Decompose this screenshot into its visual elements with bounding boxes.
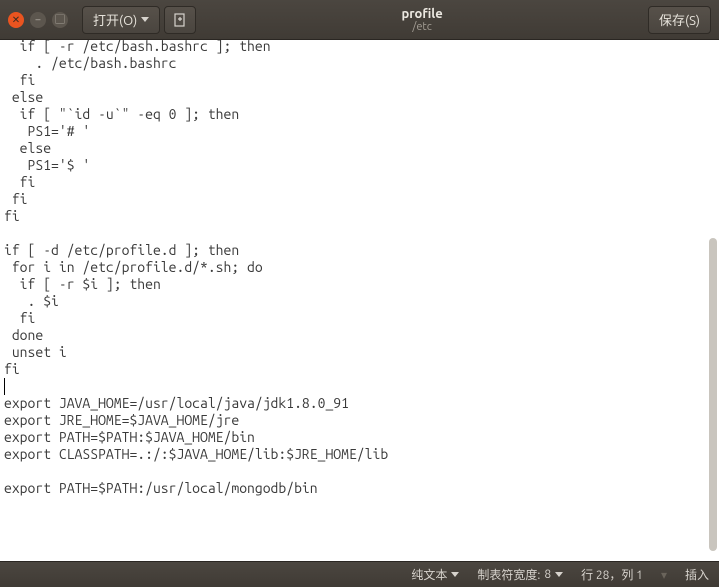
cursor-position: 行 28，列 1 (581, 566, 643, 583)
mode-label: 插入 (685, 566, 709, 583)
window-controls: ✕ – ▢ (8, 12, 68, 28)
chevron-down-icon (555, 572, 563, 577)
scrollbar[interactable] (707, 40, 717, 561)
new-tab-icon (173, 13, 187, 27)
titlebar: ✕ – ▢ 打开(O) profile /etc 保存(S) (0, 0, 719, 40)
new-tab-button[interactable] (164, 6, 196, 34)
chevron-down-icon (451, 572, 459, 577)
close-icon[interactable]: ✕ (8, 12, 24, 28)
editor-area[interactable]: if [ -r /etc/bash.bashrc ]; then . /etc/… (0, 40, 719, 561)
minimize-icon[interactable]: – (30, 12, 46, 28)
window-title: profile (402, 7, 443, 21)
save-button[interactable]: 保存(S) (648, 6, 711, 34)
title-center: profile /etc (196, 7, 648, 33)
tab-width-value: 8 (544, 568, 551, 581)
editor-content[interactable]: if [ -r /etc/bash.bashrc ]; then . /etc/… (0, 40, 719, 497)
text-cursor (4, 378, 5, 395)
syntax-selector[interactable]: 纯文本 (411, 566, 459, 583)
window-subtitle: /etc (412, 21, 431, 33)
save-label: 保存(S) (659, 10, 700, 29)
tab-width-label: 制表符宽度: (477, 566, 540, 583)
separator: ▾ (661, 568, 667, 582)
open-button-group: 打开(O) (82, 6, 196, 34)
scrollbar-thumb[interactable] (709, 238, 717, 551)
insert-mode[interactable]: 插入 (685, 566, 709, 583)
open-label: 打开(O) (93, 10, 137, 29)
line-col-label: 行 28，列 1 (581, 566, 643, 583)
statusbar: 纯文本 制表符宽度: 8 行 28，列 1 ▾ 插入 (0, 561, 719, 587)
maximize-icon[interactable]: ▢ (52, 12, 68, 28)
tab-width-selector[interactable]: 制表符宽度: 8 (477, 566, 563, 583)
open-button[interactable]: 打开(O) (82, 6, 160, 34)
syntax-label: 纯文本 (411, 566, 447, 583)
chevron-down-icon (141, 17, 149, 22)
